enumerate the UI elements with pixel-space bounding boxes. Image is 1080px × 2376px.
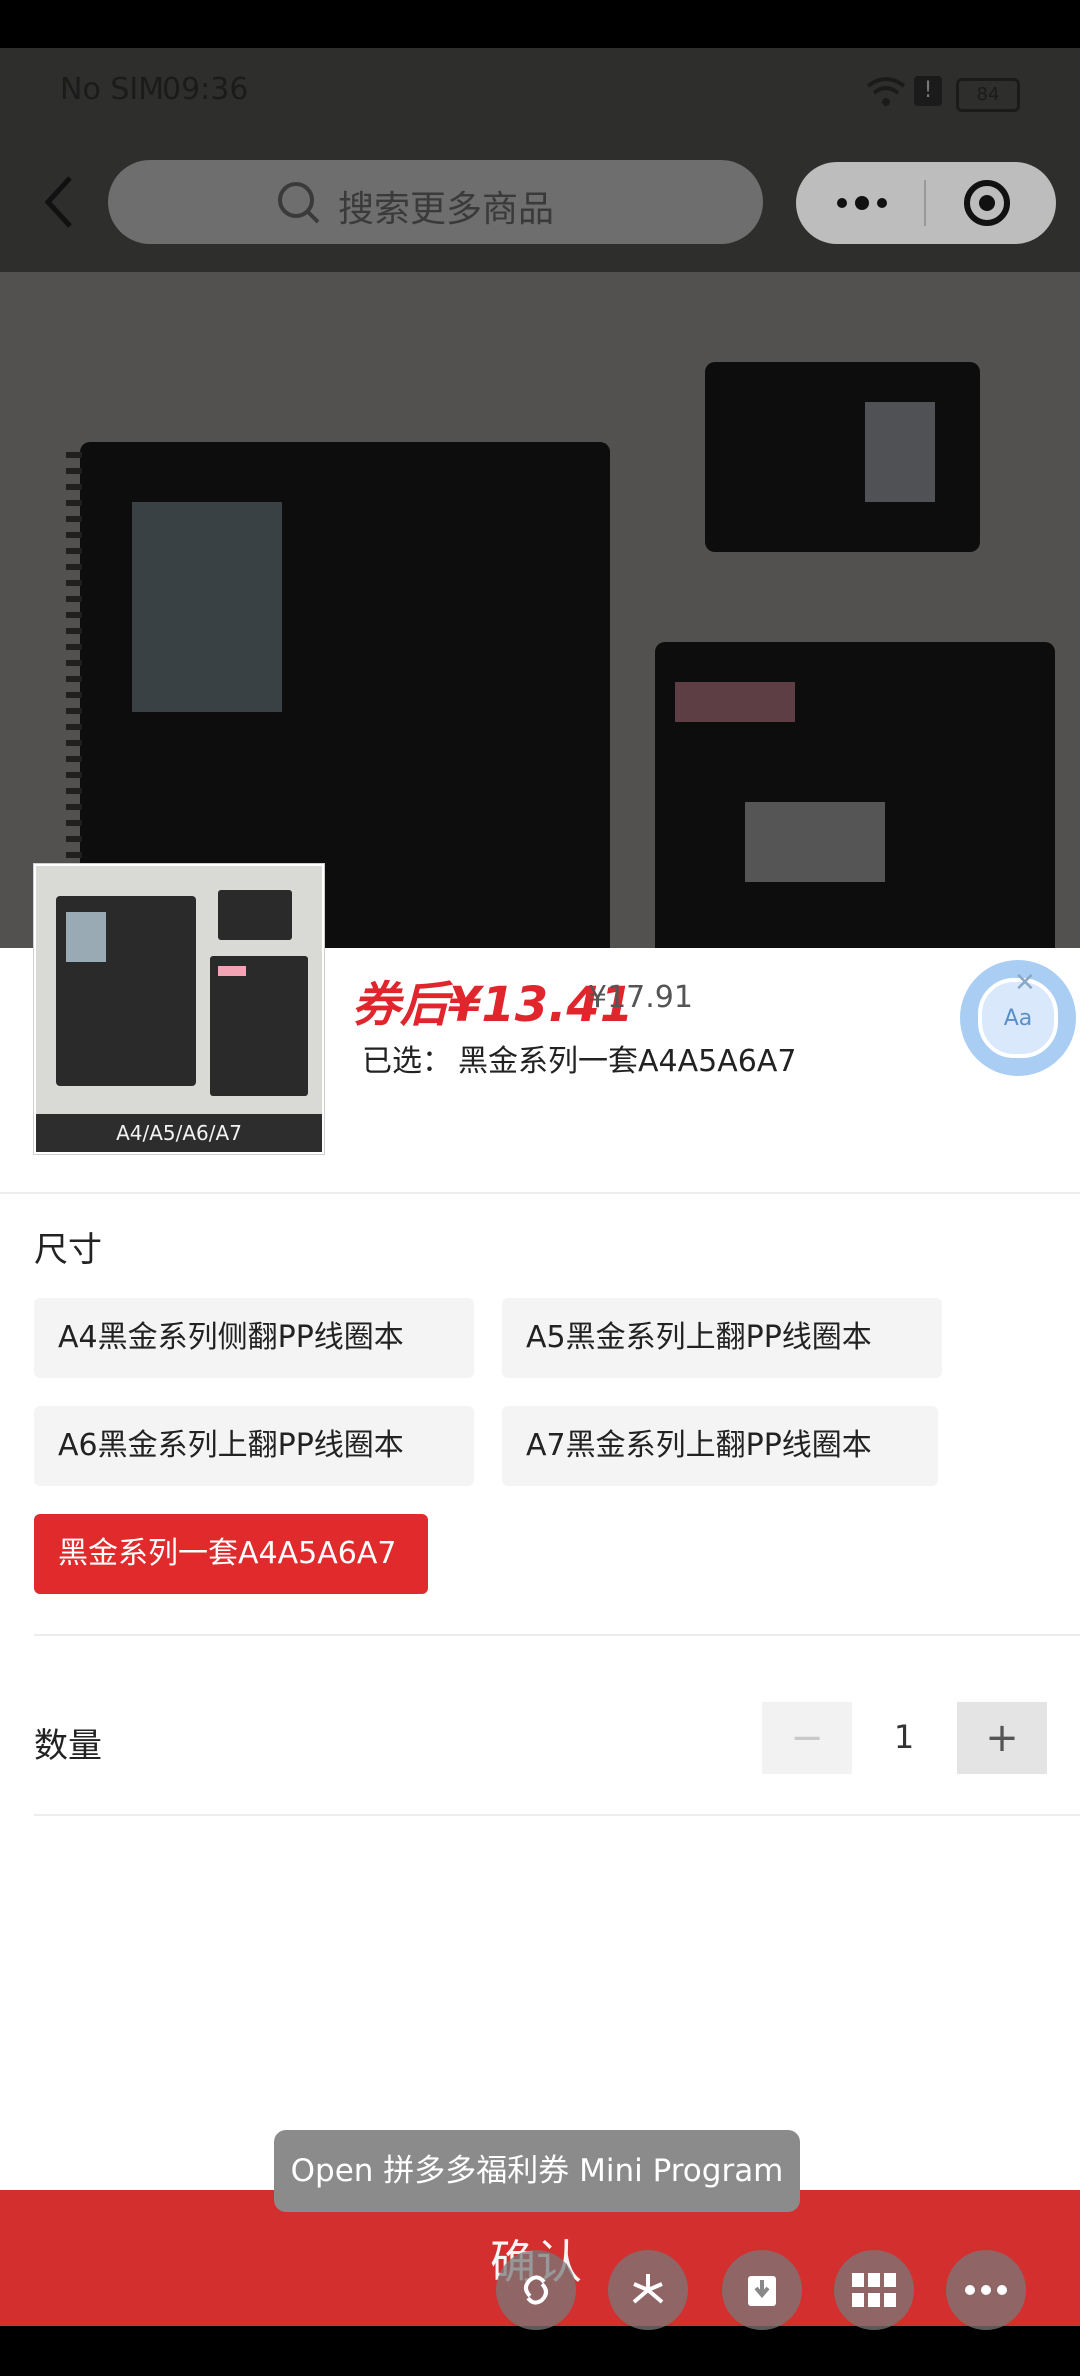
divider	[34, 1814, 1080, 1816]
selected-label: 已选：	[362, 1044, 452, 1079]
more-icon[interactable]	[832, 186, 892, 220]
size-option-set[interactable]: 黑金系列一套A4A5A6A7	[34, 1514, 428, 1594]
clock: 09:36	[162, 72, 249, 107]
divider	[0, 1192, 1080, 1194]
search-input[interactable]: 搜索更多商品	[108, 160, 763, 244]
top-black-bar	[0, 0, 1080, 48]
original-price: ¥17.91	[588, 980, 693, 1015]
selected-value: 黑金系列一套A4A5A6A7	[458, 1044, 797, 1079]
size-option-a4[interactable]: A4黑金系列侧翻PP线圈本	[34, 1298, 474, 1378]
divider	[34, 1634, 1080, 1636]
search-placeholder: 搜索更多商品	[338, 189, 555, 230]
battery-icon: 84	[956, 78, 1020, 112]
thumbnail-caption: A4/A5/A6/A7	[36, 1114, 322, 1152]
wifi-icon	[866, 74, 906, 112]
quantity-minus-button[interactable]: −	[762, 1702, 852, 1774]
quantity-plus-button[interactable]: +	[957, 1702, 1047, 1774]
mini-program-capsule	[796, 162, 1056, 244]
target-icon[interactable]	[962, 178, 1012, 228]
product-thumbnail: A4/A5/A6/A7	[34, 864, 324, 1154]
size-title: 尺寸	[34, 1230, 102, 1270]
bottom-bar	[0, 2326, 1080, 2376]
star-burst-icon[interactable]	[608, 2250, 688, 2330]
close-icon[interactable]: ✕	[1014, 968, 1036, 998]
quantity-value[interactable]: 1	[884, 1718, 924, 1756]
size-option-a7[interactable]: A7黑金系列上翻PP线圈本	[502, 1406, 938, 1486]
size-option-a6[interactable]: A6黑金系列上翻PP线圈本	[34, 1406, 474, 1486]
download-icon[interactable]	[722, 2250, 802, 2330]
share-link-icon[interactable]	[496, 2250, 576, 2330]
quantity-label: 数量	[34, 1726, 102, 1766]
open-mini-program-toast: Open 拼多多福利券 Mini Program	[274, 2130, 800, 2212]
ellipsis-icon[interactable]	[946, 2250, 1026, 2330]
battery-level: 84	[976, 84, 1000, 105]
selected-summary: 已选： 黑金系列一套A4A5A6A7	[356, 1036, 796, 1080]
size-option-a5[interactable]: A5黑金系列上翻PP线圈本	[502, 1298, 942, 1378]
carrier-label: No SIM	[60, 72, 165, 107]
grid-icon[interactable]	[834, 2250, 914, 2330]
alert-icon: !	[914, 76, 942, 106]
back-icon[interactable]	[40, 172, 80, 232]
